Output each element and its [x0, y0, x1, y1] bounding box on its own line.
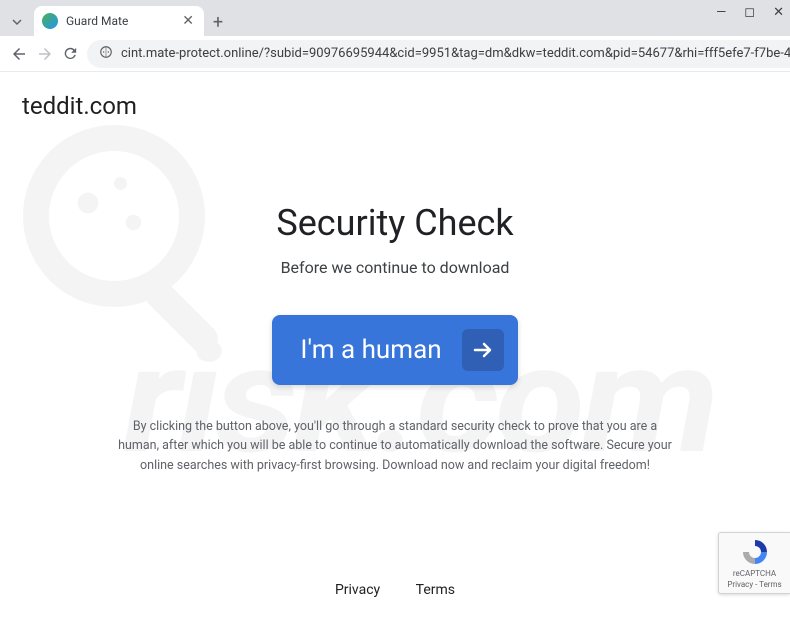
- back-button[interactable]: [10, 44, 28, 64]
- terms-link[interactable]: Terms: [416, 582, 455, 598]
- arrow-right-icon: [462, 329, 504, 371]
- tab-search-button[interactable]: [4, 8, 30, 36]
- minimize-button[interactable]: —: [716, 6, 726, 19]
- reload-button[interactable]: [62, 44, 79, 64]
- human-verify-button[interactable]: I'm a human: [272, 315, 517, 385]
- recaptcha-label: reCAPTCHA: [733, 569, 776, 578]
- recaptcha-badge[interactable]: reCAPTCHA Privacy - Terms: [718, 532, 790, 594]
- recaptcha-terms: Privacy - Terms: [727, 580, 781, 589]
- maximize-button[interactable]: ◻: [744, 6, 755, 19]
- tab-title: Guard Mate: [66, 14, 172, 28]
- browser-tab-strip: Guard Mate ✕ + — ◻ ✕: [0, 0, 790, 36]
- favicon-icon: [42, 13, 58, 29]
- close-window-button[interactable]: ✕: [773, 6, 784, 19]
- cta-label: I'm a human: [300, 335, 441, 365]
- footer-links: Privacy Terms: [0, 582, 790, 598]
- privacy-link[interactable]: Privacy: [335, 582, 380, 598]
- disclaimer-text: By clicking the button above, you'll go …: [115, 417, 675, 475]
- recaptcha-icon: [740, 537, 770, 567]
- page-heading: Security Check: [0, 202, 790, 244]
- new-tab-button[interactable]: +: [204, 8, 232, 36]
- browser-tab[interactable]: Guard Mate ✕: [34, 6, 204, 36]
- browser-toolbar: cint.mate-protect.online/?subid=90976695…: [0, 36, 790, 72]
- site-info-icon[interactable]: [99, 45, 113, 63]
- forward-button[interactable]: [36, 44, 54, 64]
- page-subheading: Before we continue to download: [0, 258, 790, 277]
- url-text: cint.mate-protect.online/?subid=90976695…: [121, 46, 790, 61]
- page-content: risk.com teddit.com Security Check Befor…: [0, 72, 790, 622]
- address-bar[interactable]: cint.mate-protect.online/?subid=90976695…: [87, 40, 790, 68]
- window-controls: — ◻ ✕: [716, 6, 784, 19]
- close-tab-button[interactable]: ✕: [180, 12, 196, 30]
